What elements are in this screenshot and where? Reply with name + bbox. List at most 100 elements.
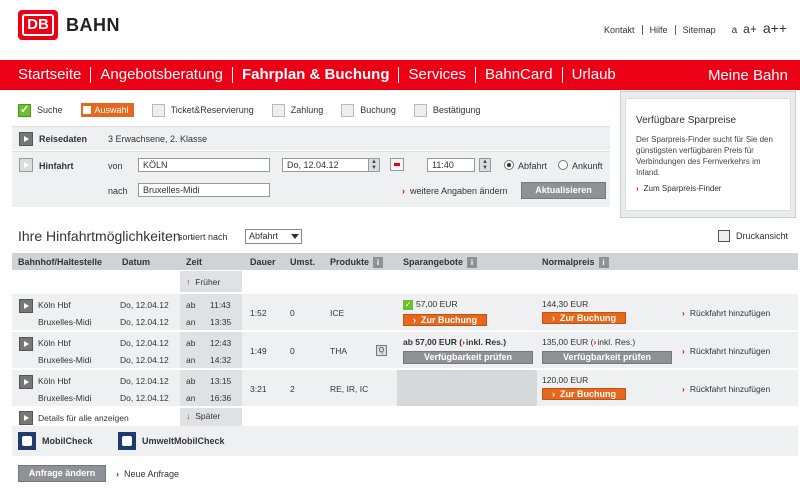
abfahrt-radio[interactable] bbox=[504, 160, 514, 170]
step-label: Suche bbox=[37, 105, 63, 115]
weitere-angaben-link[interactable]: › weitere Angaben ändern bbox=[402, 186, 508, 196]
link-text: Zum Sparpreis-Finder bbox=[643, 184, 722, 193]
spaeter-text: Später bbox=[195, 411, 221, 421]
info-icon[interactable]: i bbox=[467, 257, 478, 269]
sort-select[interactable]: Abfahrt bbox=[245, 229, 302, 244]
duration: 3:21 bbox=[250, 384, 267, 394]
changes: 2 bbox=[290, 384, 295, 394]
link-kontakt[interactable]: Kontakt bbox=[597, 25, 642, 35]
font-size-large[interactable]: a++ bbox=[760, 20, 790, 36]
normal-book-button[interactable]: › Zur Buchung bbox=[542, 388, 626, 400]
table-row[interactable]: Köln Hbf Bruxelles-Midi Do, 12.04.12 Do,… bbox=[12, 293, 798, 330]
expand-connection-button[interactable] bbox=[19, 299, 33, 313]
link-hilfe[interactable]: Hilfe bbox=[641, 25, 675, 35]
rueckfahrt-link[interactable]: › Rückfahrt hinzufügen bbox=[682, 308, 770, 318]
frueher-text: Früher bbox=[195, 277, 221, 287]
time-input[interactable]: 11:40 bbox=[427, 158, 475, 172]
spar-price-text: ab 57,00 EUR bbox=[403, 337, 457, 347]
neue-anfrage-link[interactable]: › Neue Anfrage bbox=[116, 469, 179, 479]
db-logo[interactable]: DB bbox=[18, 10, 58, 40]
nav-urlaub[interactable]: Urlaub bbox=[561, 67, 625, 83]
reisedaten-label: Reisedaten bbox=[39, 134, 88, 144]
neue-anfrage-text: Neue Anfrage bbox=[124, 469, 180, 479]
font-size-medium[interactable]: a+ bbox=[740, 22, 760, 36]
expand-reisedaten-button[interactable] bbox=[19, 132, 33, 146]
spar-check-button[interactable]: Verfügbarkeit prüfen bbox=[403, 351, 533, 364]
details-all-label[interactable]: Details für alle anzeigen bbox=[38, 413, 129, 423]
mobilcheck-link[interactable]: MobilCheck bbox=[18, 432, 93, 450]
table-row[interactable]: Köln Hbf Bruxelles-Midi Do, 12.04.12 Do,… bbox=[12, 369, 798, 406]
date-arr: Do, 12.04.12 bbox=[120, 393, 169, 403]
nav-services[interactable]: Services bbox=[398, 67, 475, 83]
nav-fahrplan-buchung[interactable]: Fahrplan & Buchung bbox=[231, 67, 399, 83]
hinfahrt-panel: Hinfahrt von KÖLN Do, 12.04.12 ▲ ▼ 11:40 … bbox=[12, 151, 610, 207]
von-label: von bbox=[108, 161, 123, 171]
step-ticket: Ticket&Reservierung bbox=[151, 103, 254, 117]
expand-connection-button[interactable] bbox=[19, 375, 33, 389]
check-icon bbox=[18, 103, 31, 117]
von-input[interactable]: KÖLN bbox=[138, 158, 270, 172]
link-sitemap[interactable]: Sitemap bbox=[674, 25, 723, 35]
hinfahrt-edit-icon[interactable] bbox=[19, 158, 33, 172]
nav-startseite[interactable]: Startseite bbox=[0, 67, 90, 83]
duration: 1:52 bbox=[250, 308, 267, 318]
date-spinner[interactable]: ▲ ▼ bbox=[368, 158, 380, 172]
rueckfahrt-text: Rückfahrt hinzufügen bbox=[689, 384, 771, 394]
ankunft-radio[interactable] bbox=[558, 160, 568, 170]
details-all-button[interactable] bbox=[19, 411, 33, 425]
info-icon[interactable]: i bbox=[598, 257, 609, 269]
step-label: Bestätigung bbox=[432, 105, 481, 115]
sparpreis-finder-link[interactable]: › Zum Sparpreis-Finder bbox=[636, 184, 780, 193]
step-auswahl: Auswahl bbox=[80, 103, 134, 117]
spar-price-text: 57,00 EUR bbox=[416, 299, 458, 309]
arrow-right-icon: › bbox=[682, 346, 685, 356]
arrow-up-icon: ↑ bbox=[186, 277, 191, 287]
normal-price: 135,00 EUR (›inkl. Res.) bbox=[542, 337, 636, 347]
pending-step-icon bbox=[413, 103, 427, 117]
step-zahlung: Zahlung bbox=[271, 103, 324, 117]
col-spar-label: Sparangebote bbox=[403, 257, 464, 267]
arr-time: 16:36 bbox=[210, 393, 232, 403]
expand-connection-button[interactable] bbox=[19, 337, 33, 351]
sparpreis-title: Verfügbare Sparpreise bbox=[636, 115, 737, 126]
time-spinner[interactable]: ▲ ▼ bbox=[479, 158, 491, 172]
book-text: Zur Buchung bbox=[560, 313, 616, 323]
nav-meine-bahn[interactable]: Meine Bahn bbox=[708, 67, 788, 84]
calendar-icon[interactable] bbox=[390, 158, 404, 171]
step-bestaetigung: Bestätigung bbox=[413, 103, 481, 117]
reisedaten-panel: Reisedaten 3 Erwachsene, 2. Klasse bbox=[12, 126, 610, 150]
quality-icon[interactable]: Q bbox=[376, 345, 387, 356]
umweltmobilcheck-link[interactable]: UmweltMobilCheck bbox=[118, 432, 225, 450]
print-view[interactable]: Druckansicht bbox=[718, 230, 788, 242]
nav-angebotsberatung[interactable]: Angebotsberatung bbox=[90, 67, 232, 83]
spar-book-button[interactable]: › Zur Buchung bbox=[403, 314, 487, 326]
arrow-right-icon: › bbox=[116, 469, 119, 479]
arrow-right-icon: › bbox=[462, 337, 465, 347]
booking-steps: Suche Auswahl Ticket&Reservierung Zahlun… bbox=[18, 102, 498, 118]
spaeter-link[interactable]: ↓ Später bbox=[186, 411, 220, 421]
arrow-right-icon: › bbox=[682, 308, 685, 318]
normal-check-button[interactable]: Verfügbarkeit prüfen bbox=[542, 351, 672, 364]
products: RE, IR, IC bbox=[330, 384, 369, 394]
nach-input[interactable]: Bruxelles-Midi bbox=[138, 183, 270, 197]
hinfahrt-label: Hinfahrt bbox=[39, 161, 74, 171]
aktualisieren-button[interactable]: Aktualisieren bbox=[521, 182, 606, 199]
normal-book-button[interactable]: › Zur Buchung bbox=[542, 312, 626, 324]
results-table-header: Bahnhof/Haltestelle Datum Zeit Dauer Ums… bbox=[12, 253, 798, 270]
col-zeit: Zeit bbox=[186, 257, 203, 267]
table-row[interactable]: Köln Hbf Bruxelles-Midi Do, 12.04.12 Do,… bbox=[12, 331, 798, 368]
frueher-link[interactable]: ↑ Früher bbox=[186, 277, 220, 287]
date-dep: Do, 12.04.12 bbox=[120, 338, 169, 348]
date-arr: Do, 12.04.12 bbox=[120, 317, 169, 327]
rueckfahrt-link[interactable]: › Rückfahrt hinzufügen bbox=[682, 384, 770, 394]
nav-bahncard[interactable]: BahnCard bbox=[475, 67, 562, 83]
step-suche[interactable]: Suche bbox=[18, 103, 63, 117]
info-icon[interactable]: i bbox=[373, 257, 384, 269]
rueckfahrt-link[interactable]: › Rückfahrt hinzufügen bbox=[682, 346, 770, 356]
anfrage-aendern-button[interactable]: Anfrage ändern bbox=[18, 465, 106, 482]
font-size-small[interactable]: a bbox=[729, 25, 741, 36]
arr-time: 13:35 bbox=[210, 317, 232, 327]
date-input[interactable]: Do, 12.04.12 bbox=[282, 158, 374, 172]
step-label: Zahlung bbox=[290, 105, 324, 115]
inkl-res-text: inkl. Res.) bbox=[597, 337, 636, 347]
